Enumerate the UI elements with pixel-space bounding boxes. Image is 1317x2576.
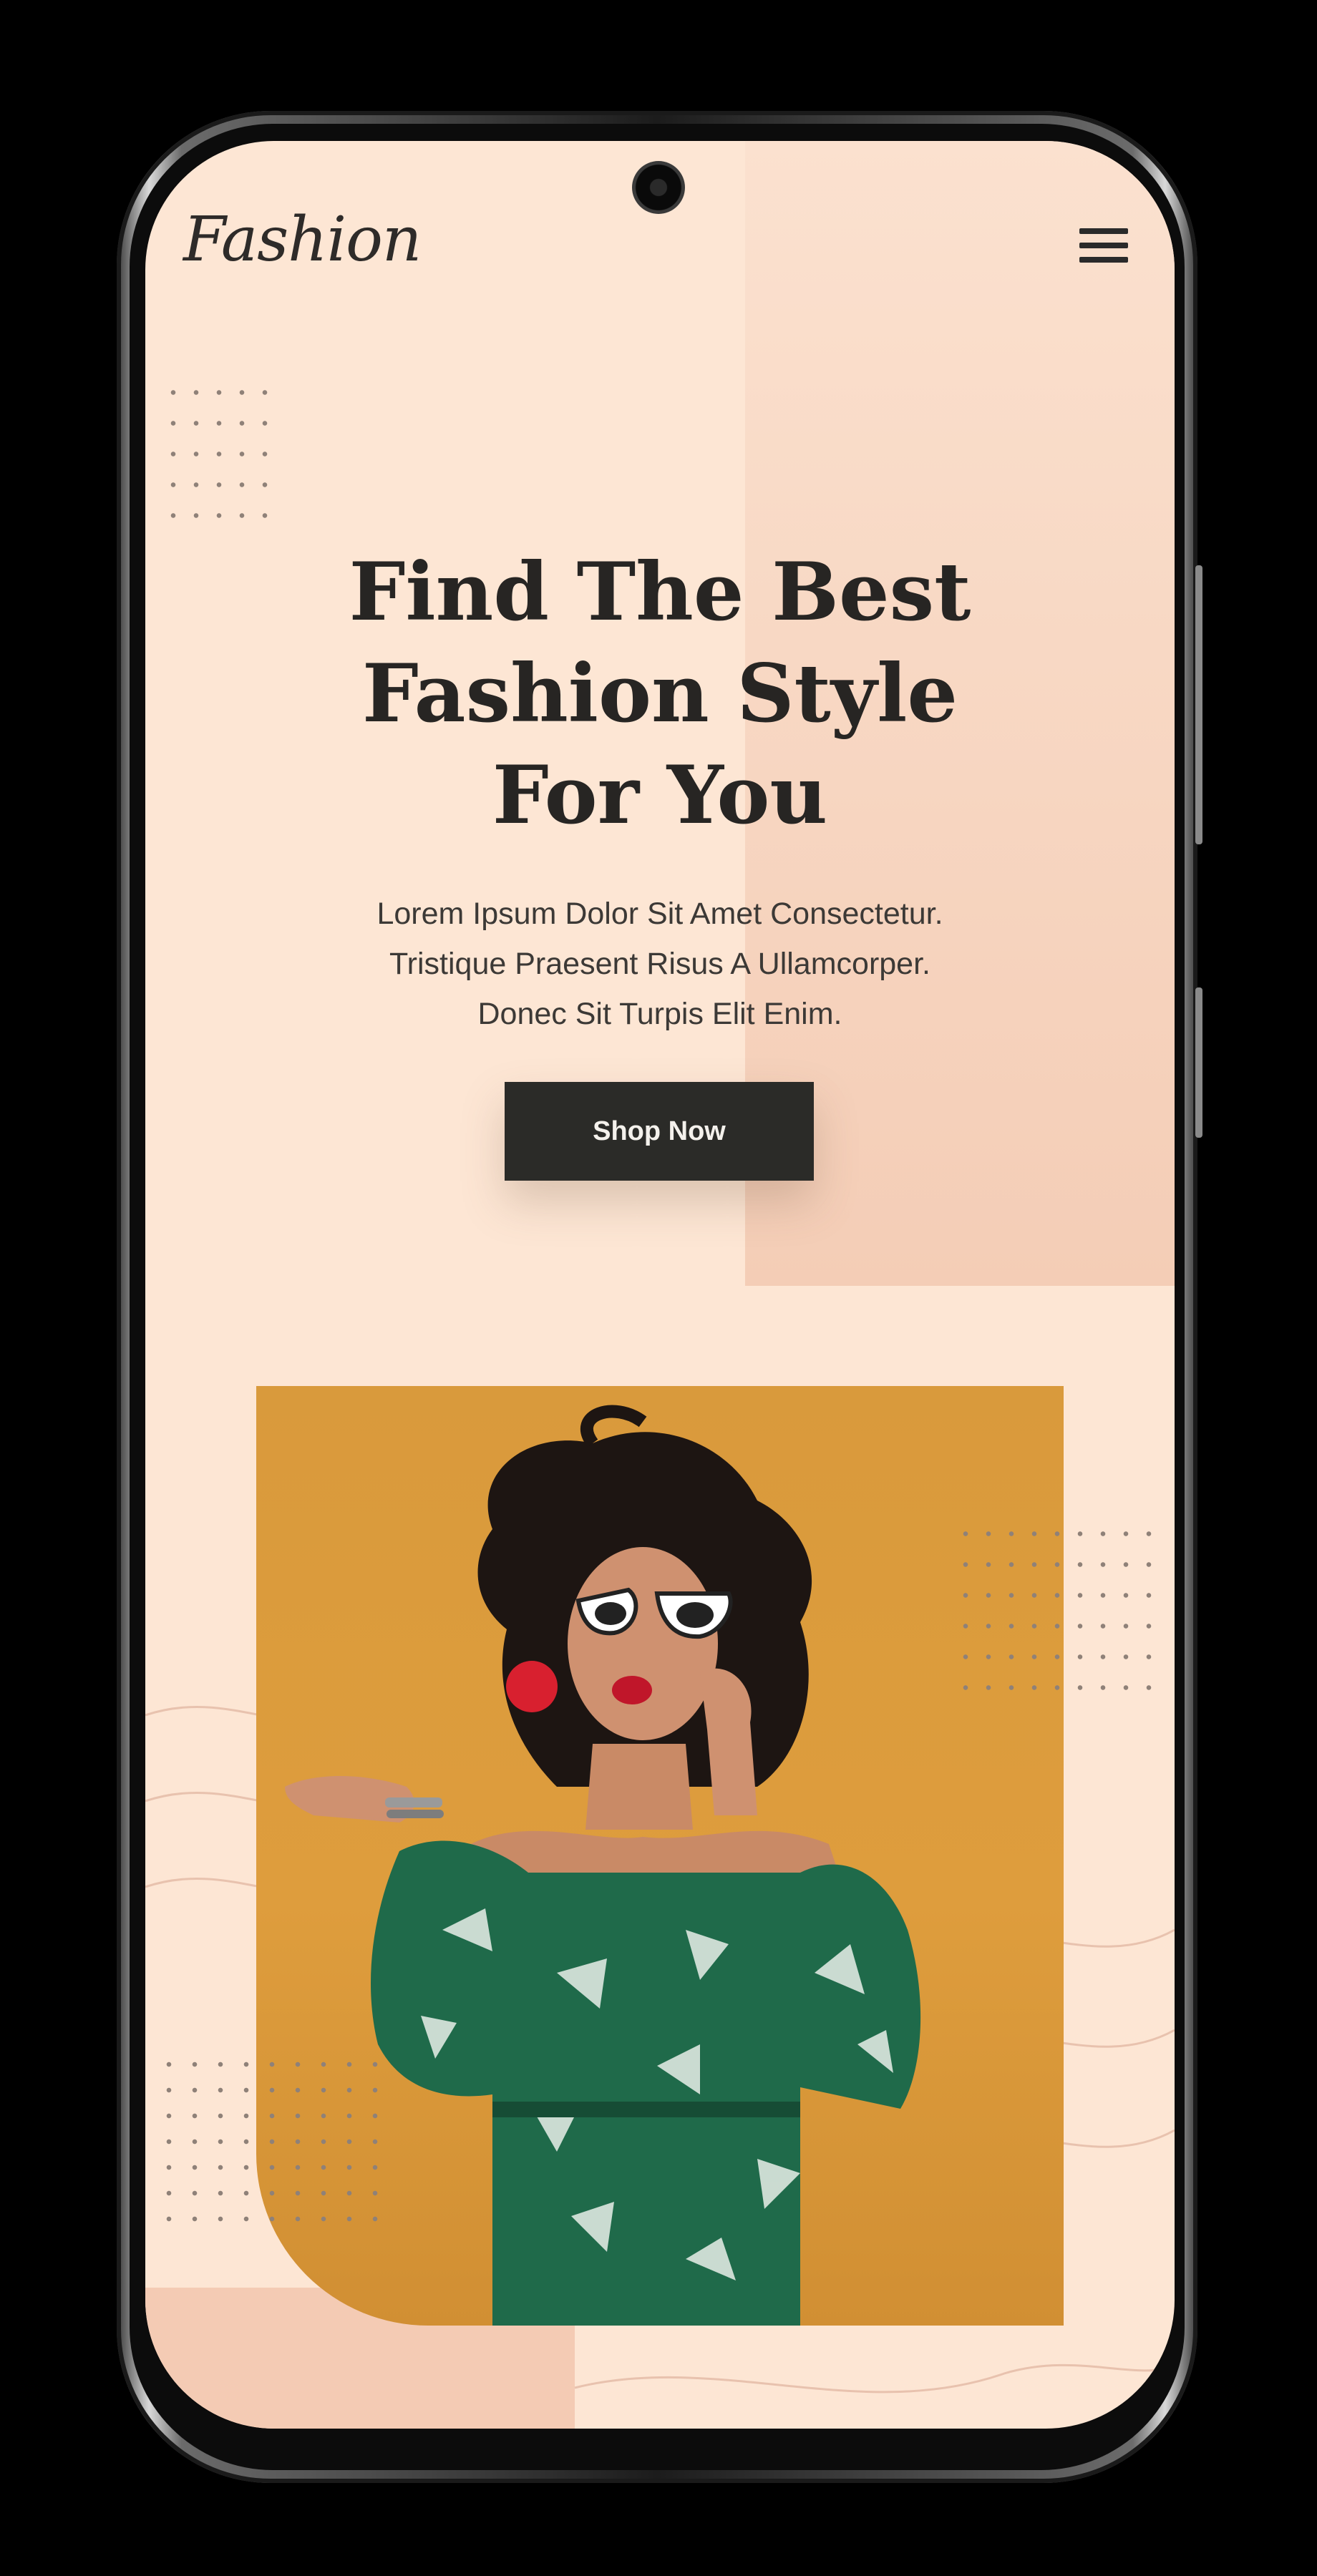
hero-title-line: Fashion Style: [361, 648, 958, 741]
hero-subtitle-line: Lorem Ipsum Dolor Sit Amet Consectetur.: [376, 897, 943, 931]
shop-now-button[interactable]: Shop Now: [505, 1082, 814, 1181]
dot-grid-decoration: [162, 377, 269, 520]
hero-title: Find The Best Fashion Style For You: [145, 542, 1175, 847]
hero-subtitle: Lorem Ipsum Dolor Sit Amet Consectetur. …: [145, 889, 1175, 1039]
hero-subtitle-line: Donec Sit Turpis Elit Enim.: [477, 997, 842, 1031]
hero-title-line: Find The Best: [349, 546, 971, 639]
dot-grid-decoration: [954, 1518, 1169, 1704]
hamburger-menu-icon[interactable]: [1079, 228, 1129, 264]
front-camera: [632, 161, 685, 214]
hero-title-line: For You: [492, 749, 828, 842]
hero-subtitle-line: Tristique Praesent Risus A Ullamcorper.: [389, 947, 930, 981]
volume-button: [1195, 987, 1202, 1138]
phone-screen: Fashion Find The Best Fashion Style For …: [145, 141, 1175, 2429]
brand-logo[interactable]: Fashion: [183, 204, 422, 275]
power-button: [1195, 565, 1202, 844]
dot-grid-decoration: [156, 2051, 389, 2241]
